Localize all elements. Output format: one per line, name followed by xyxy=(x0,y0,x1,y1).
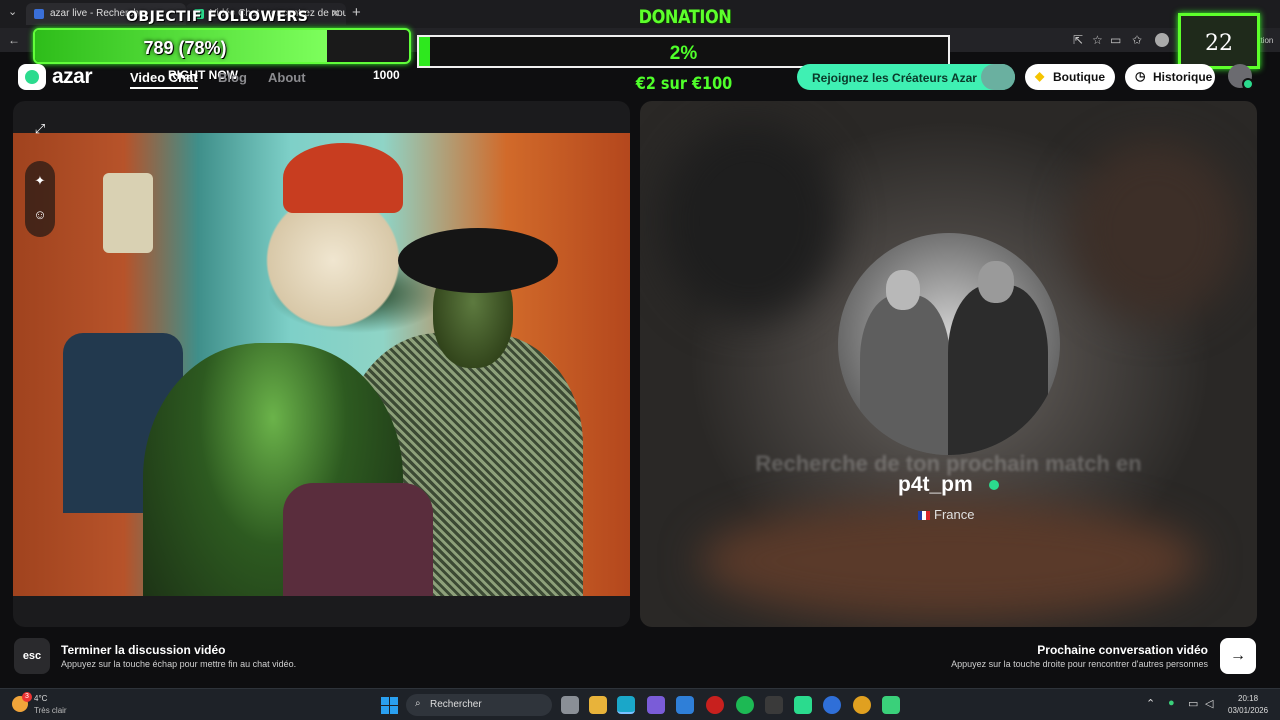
app-icon[interactable] xyxy=(823,696,841,714)
clock-date: 03/01/2026 xyxy=(1228,706,1269,715)
end-chat-title: Terminer la discussion vidéo xyxy=(61,643,226,657)
streamer-jacket xyxy=(283,483,433,596)
spotify-icon[interactable] xyxy=(736,696,754,714)
favorites-icon[interactable]: ✩ xyxy=(1132,33,1142,47)
network-icon[interactable]: ▭ xyxy=(1188,697,1198,710)
app-icon[interactable] xyxy=(706,696,724,714)
followers-objective-title: OBJECTIF FOLLOWERS xyxy=(126,9,309,25)
search-favicon-icon xyxy=(34,9,44,19)
next-chat-title: Prochaine conversation vidéo xyxy=(1037,643,1208,657)
expand-icon[interactable]: ⤢ xyxy=(26,115,54,143)
creators-badge-icon xyxy=(981,64,1015,90)
media-icon[interactable]: ▭ xyxy=(1110,33,1121,47)
local-video-panel: ⤢ ✦ ☺ xyxy=(13,101,630,627)
nav-about[interactable]: About xyxy=(268,70,306,85)
taskbar-search[interactable]: ⌕ Rechercher xyxy=(406,694,552,716)
sparkle-effects-icon[interactable]: ✦ xyxy=(26,167,54,195)
history-button[interactable]: ◷ Historique xyxy=(1125,64,1215,90)
microphone-icon[interactable]: ● xyxy=(1168,697,1175,709)
tab-close-icon[interactable]: ✕ xyxy=(331,7,340,20)
donation-percent: 2% xyxy=(669,43,698,64)
edge-browser-icon[interactable] xyxy=(617,696,635,714)
donation-amount: €2 sur €100 xyxy=(635,74,733,94)
counter-box: 22 xyxy=(1178,13,1260,69)
clock-time: 20:18 xyxy=(1238,694,1259,703)
match-username: p4t_pm xyxy=(898,473,973,496)
chrome-icon[interactable] xyxy=(853,696,871,714)
profile-head-right xyxy=(978,261,1014,303)
black-hat xyxy=(398,228,558,293)
azar-logo-icon[interactable] xyxy=(18,64,46,90)
app-icon[interactable] xyxy=(882,696,900,714)
azar-app-icon[interactable] xyxy=(794,696,812,714)
xbox-icon[interactable] xyxy=(765,696,783,714)
match-country: France xyxy=(918,507,974,522)
microsoft-store-icon[interactable] xyxy=(676,696,694,714)
shop-label: Boutique xyxy=(1053,70,1105,84)
open-external-icon[interactable]: ⇱ xyxy=(1073,33,1083,47)
windows-taskbar: 4°C Très clair ⌕ Rechercher ⌃ ● ▭ ◁ 20:1… xyxy=(0,688,1280,720)
tray-expand-icon[interactable]: ⌃ xyxy=(1146,697,1155,710)
clock-icon: ◷ xyxy=(1135,69,1146,83)
france-flag-icon xyxy=(918,511,930,520)
background-blur xyxy=(660,121,840,321)
donation-title: DONATION xyxy=(638,6,732,28)
windows-start-icon[interactable] xyxy=(381,697,398,714)
azar-logo-text[interactable]: azar xyxy=(52,65,93,89)
wall-fixture xyxy=(103,173,153,253)
new-tab-plus-icon[interactable]: + xyxy=(352,4,361,21)
volume-icon[interactable]: ◁ xyxy=(1205,697,1213,710)
history-label: Historique xyxy=(1153,70,1213,84)
face-filter-icon[interactable]: ☺ xyxy=(26,201,54,229)
end-chat-esc-button[interactable]: esc xyxy=(14,638,50,674)
effects-toolbar: ✦ ☺ xyxy=(25,161,55,237)
profile-icon[interactable] xyxy=(1155,33,1169,47)
counter-value: 22 xyxy=(1205,31,1233,56)
local-camera-feed xyxy=(13,133,630,596)
followers-progress-bar: 789 (78%) xyxy=(33,28,411,64)
shop-button[interactable]: ◆ Boutique xyxy=(1025,64,1115,90)
diamond-icon: ◆ xyxy=(1035,69,1045,83)
search-icon: ⌕ xyxy=(415,698,421,709)
nav-video-chat[interactable]: Video Chat xyxy=(130,70,198,89)
profile-figure-left xyxy=(860,295,950,455)
wall-mural-face xyxy=(263,193,403,343)
copilot-icon[interactable] xyxy=(647,696,665,714)
end-chat-hint: Appuyez sur la touche échap pour mettre … xyxy=(61,659,297,669)
next-chat-hint: Appuyez sur la touche droite pour rencon… xyxy=(951,659,1208,669)
user-avatar[interactable] xyxy=(1228,64,1254,90)
task-view-icon[interactable] xyxy=(561,696,579,714)
weather-temperature: 4°C xyxy=(34,694,48,703)
match-profile-picture xyxy=(838,233,1060,455)
followers-goal: 1000 xyxy=(373,68,400,82)
nav-blog[interactable]: Blog xyxy=(218,70,247,85)
wall-mural-hat xyxy=(283,143,403,213)
remote-video-panel: Recherche de ton prochain match en p4t_p… xyxy=(640,101,1257,627)
background-blur xyxy=(1070,141,1240,321)
weather-icon[interactable] xyxy=(12,692,32,712)
verified-badge-icon xyxy=(989,480,999,490)
profile-figure-right xyxy=(948,285,1048,455)
next-chat-arrow-button[interactable]: → xyxy=(1220,638,1256,674)
join-creators-button[interactable]: Rejoignez les Créateurs Azar xyxy=(797,64,1015,90)
favorite-star-icon[interactable]: ☆ xyxy=(1092,33,1103,47)
followers-progress-text: 789 (78%) xyxy=(143,38,227,58)
taskbar-search-label: Rechercher xyxy=(430,699,482,710)
tab-list-chevron-icon[interactable]: ⌄ xyxy=(8,5,17,18)
country-label: France xyxy=(934,507,975,522)
file-explorer-icon[interactable] xyxy=(589,696,607,714)
join-creators-label: Rejoignez les Créateurs Azar xyxy=(812,71,977,85)
back-arrow-icon[interactable]: ← xyxy=(8,33,20,47)
weather-condition: Très clair xyxy=(34,706,67,715)
profile-head-left xyxy=(886,270,920,310)
taskbar-clock[interactable]: 20:18 03/01/2026 xyxy=(1228,693,1268,717)
